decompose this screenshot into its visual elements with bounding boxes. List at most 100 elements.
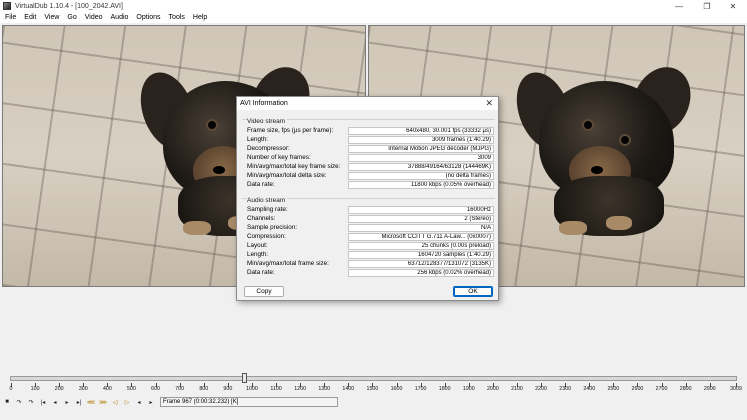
dog-nose <box>213 166 225 174</box>
next-key-icon[interactable]: ⋙ <box>98 397 108 407</box>
row-value: 3009 <box>348 154 494 162</box>
mark-out-icon[interactable]: ▸ <box>146 397 156 407</box>
mark-in-icon[interactable]: ◂ <box>134 397 144 407</box>
menu-file[interactable]: File <box>5 14 16 21</box>
timeline-tick-label: 2400 <box>583 386 596 392</box>
row-label: Data rate: <box>247 269 275 276</box>
audio-row: Channels: 2 (Stereo) <box>247 215 494 223</box>
end-icon[interactable]: ▸| <box>74 397 84 407</box>
row-value: 11800 kbps (0.05% overhead) <box>348 181 494 189</box>
row-label: Min/avg/max/total key frame size: <box>247 163 341 170</box>
timeline-tick-label: 1800 <box>438 386 451 392</box>
play-input-icon[interactable]: ↷ <box>14 397 24 407</box>
timeline-tick-label: 1200 <box>294 386 307 392</box>
timeline-tick-label: 1600 <box>390 386 403 392</box>
timeline-track[interactable] <box>10 376 737 381</box>
frame-position-field[interactable]: Frame 967 (0:00:32.232) [K] <box>160 397 338 407</box>
row-label: Sample precision: <box>247 224 298 231</box>
timeline-thumb[interactable] <box>241 373 247 383</box>
menu-bar: File Edit View Go Video Audio Options To… <box>0 12 747 23</box>
row-value: (no delta frames) <box>348 172 494 180</box>
row-label: Layout: <box>247 242 268 249</box>
timeline-tick-label: 700 <box>175 386 185 392</box>
row-value: 3009 frames (1:40.29) <box>348 136 494 144</box>
audio-row: Compression: Microsoft CCITT G.711 A-Law.… <box>247 233 494 241</box>
row-value: N/A <box>348 224 494 232</box>
video-stream-section: Video stream Frame size, fps (µs per fra… <box>242 118 495 191</box>
row-label: Data rate: <box>247 181 275 188</box>
prev-key-icon[interactable]: ⋘ <box>86 397 96 407</box>
timeline-tick-label: 400 <box>102 386 112 392</box>
timeline-tick-label: 2200 <box>535 386 547 392</box>
audio-row: Layout: 25 chunks (0.00s preload) <box>247 242 494 250</box>
row-value: 63712/128377/131072 (3135K) <box>348 260 494 268</box>
timeline-tick-label: 200 <box>54 386 64 392</box>
menu-view[interactable]: View <box>44 14 59 21</box>
timeline-tick-label: 2500 <box>607 386 620 392</box>
app-icon <box>3 2 11 10</box>
menu-audio[interactable]: Audio <box>111 14 129 21</box>
row-value: 256 kbps (0.02% overhead) <box>348 269 494 277</box>
next-scene-icon[interactable]: ▷ <box>122 397 132 407</box>
row-value: 640x480, 30.001 fps (33332 µs) <box>348 127 494 135</box>
dialog-title-bar: AVI Information ✕ <box>237 97 498 110</box>
menu-help[interactable]: Help <box>193 14 207 21</box>
row-label: Decompressor: <box>247 145 290 152</box>
start-icon[interactable]: |◂ <box>38 397 48 407</box>
audio-row: Length: 1604720 samples (1:40.29) <box>247 251 494 259</box>
dog-paw-left <box>183 221 211 235</box>
timeline-tick-label: 2900 <box>703 386 716 392</box>
next-frame-icon[interactable]: ▸ <box>62 397 72 407</box>
video-row: Length: 3009 frames (1:40.29) <box>247 136 494 144</box>
row-label: Length: <box>247 136 269 143</box>
timeline-tick-label: 800 <box>199 386 209 392</box>
stop-icon[interactable]: ■ <box>2 397 12 407</box>
window-title: VirtualDub 1.10.4 - [100_2042.AVI] <box>15 2 123 10</box>
avi-information-dialog: AVI Information ✕ Video stream Frame siz… <box>236 96 499 301</box>
play-output-icon[interactable]: ↷ <box>26 397 36 407</box>
row-value: 1604720 samples (1:40.29) <box>348 251 494 259</box>
timeline-tick-label: 1400 <box>342 386 355 392</box>
timeline-tick-label: 0 <box>9 386 13 392</box>
timeline-tick-label: 1900 <box>462 386 475 392</box>
video-row: Number of key frames: 3009 <box>247 154 494 162</box>
row-value: 25 chunks (0.00s preload) <box>348 242 494 250</box>
timeline-tick-label: 1000 <box>246 386 258 392</box>
prev-frame-icon[interactable]: ◂ <box>50 397 60 407</box>
dialog-title: AVI Information <box>240 100 288 107</box>
row-label: Length: <box>247 251 269 258</box>
timeline-tick-label: 300 <box>78 386 88 392</box>
timeline-tick-label: 2100 <box>511 386 523 392</box>
video-row: Min/avg/max/total delta size: (no delta f… <box>247 172 494 180</box>
dog-nose <box>591 166 603 174</box>
menu-edit[interactable]: Edit <box>24 14 36 21</box>
row-label: Frame size, fps (µs per frame): <box>247 127 334 134</box>
timeline-tick-label: 500 <box>127 386 136 392</box>
playback-toolbar: ■ ↷ ↷ |◂ ◂ ▸ ▸| ⋘ ⋙ ◁ ▷ ◂ ▸ Frame 967 (0… <box>0 396 747 408</box>
maximize-icon[interactable]: ❐ <box>693 0 721 12</box>
copy-button[interactable]: Copy <box>244 286 284 297</box>
minimize-icon[interactable]: — <box>665 0 693 12</box>
row-label: Min/avg/max/total delta size: <box>247 172 327 179</box>
row-value: 16000Hz <box>348 206 494 214</box>
video-row: Min/avg/max/total key frame size: 37888/4… <box>247 163 494 171</box>
menu-options[interactable]: Options <box>136 14 160 21</box>
ok-button[interactable]: OK <box>453 286 493 297</box>
timeline-tick-label: 600 <box>151 386 160 392</box>
menu-video[interactable]: Video <box>85 14 103 21</box>
row-value: Microsoft CCITT G.711 A-Law... (0x0007) <box>348 233 494 241</box>
menu-tools[interactable]: Tools <box>169 14 185 21</box>
row-value: 37888/49164/63128 (144469K) <box>348 163 494 171</box>
audio-row: Min/avg/max/total frame size: 63712/12837… <box>247 260 494 268</box>
video-stream-heading: Video stream <box>247 118 288 125</box>
audio-row: Sample precision: N/A <box>247 224 494 232</box>
row-label: Number of key frames: <box>247 154 311 161</box>
dialog-close-icon[interactable]: ✕ <box>485 98 493 109</box>
timeline-tick-label: 100 <box>30 386 40 392</box>
menu-go[interactable]: Go <box>67 14 76 21</box>
prev-scene-icon[interactable]: ◁ <box>110 397 120 407</box>
timeline-tick-label: 2000 <box>486 386 499 392</box>
video-row: Frame size, fps (µs per frame): 640x480, … <box>247 127 494 135</box>
timeline: 0 100 200 300 400 500 600 700 800 900 1000 1100 1200… <box>0 370 747 395</box>
close-icon[interactable]: ✕ <box>719 0 747 12</box>
